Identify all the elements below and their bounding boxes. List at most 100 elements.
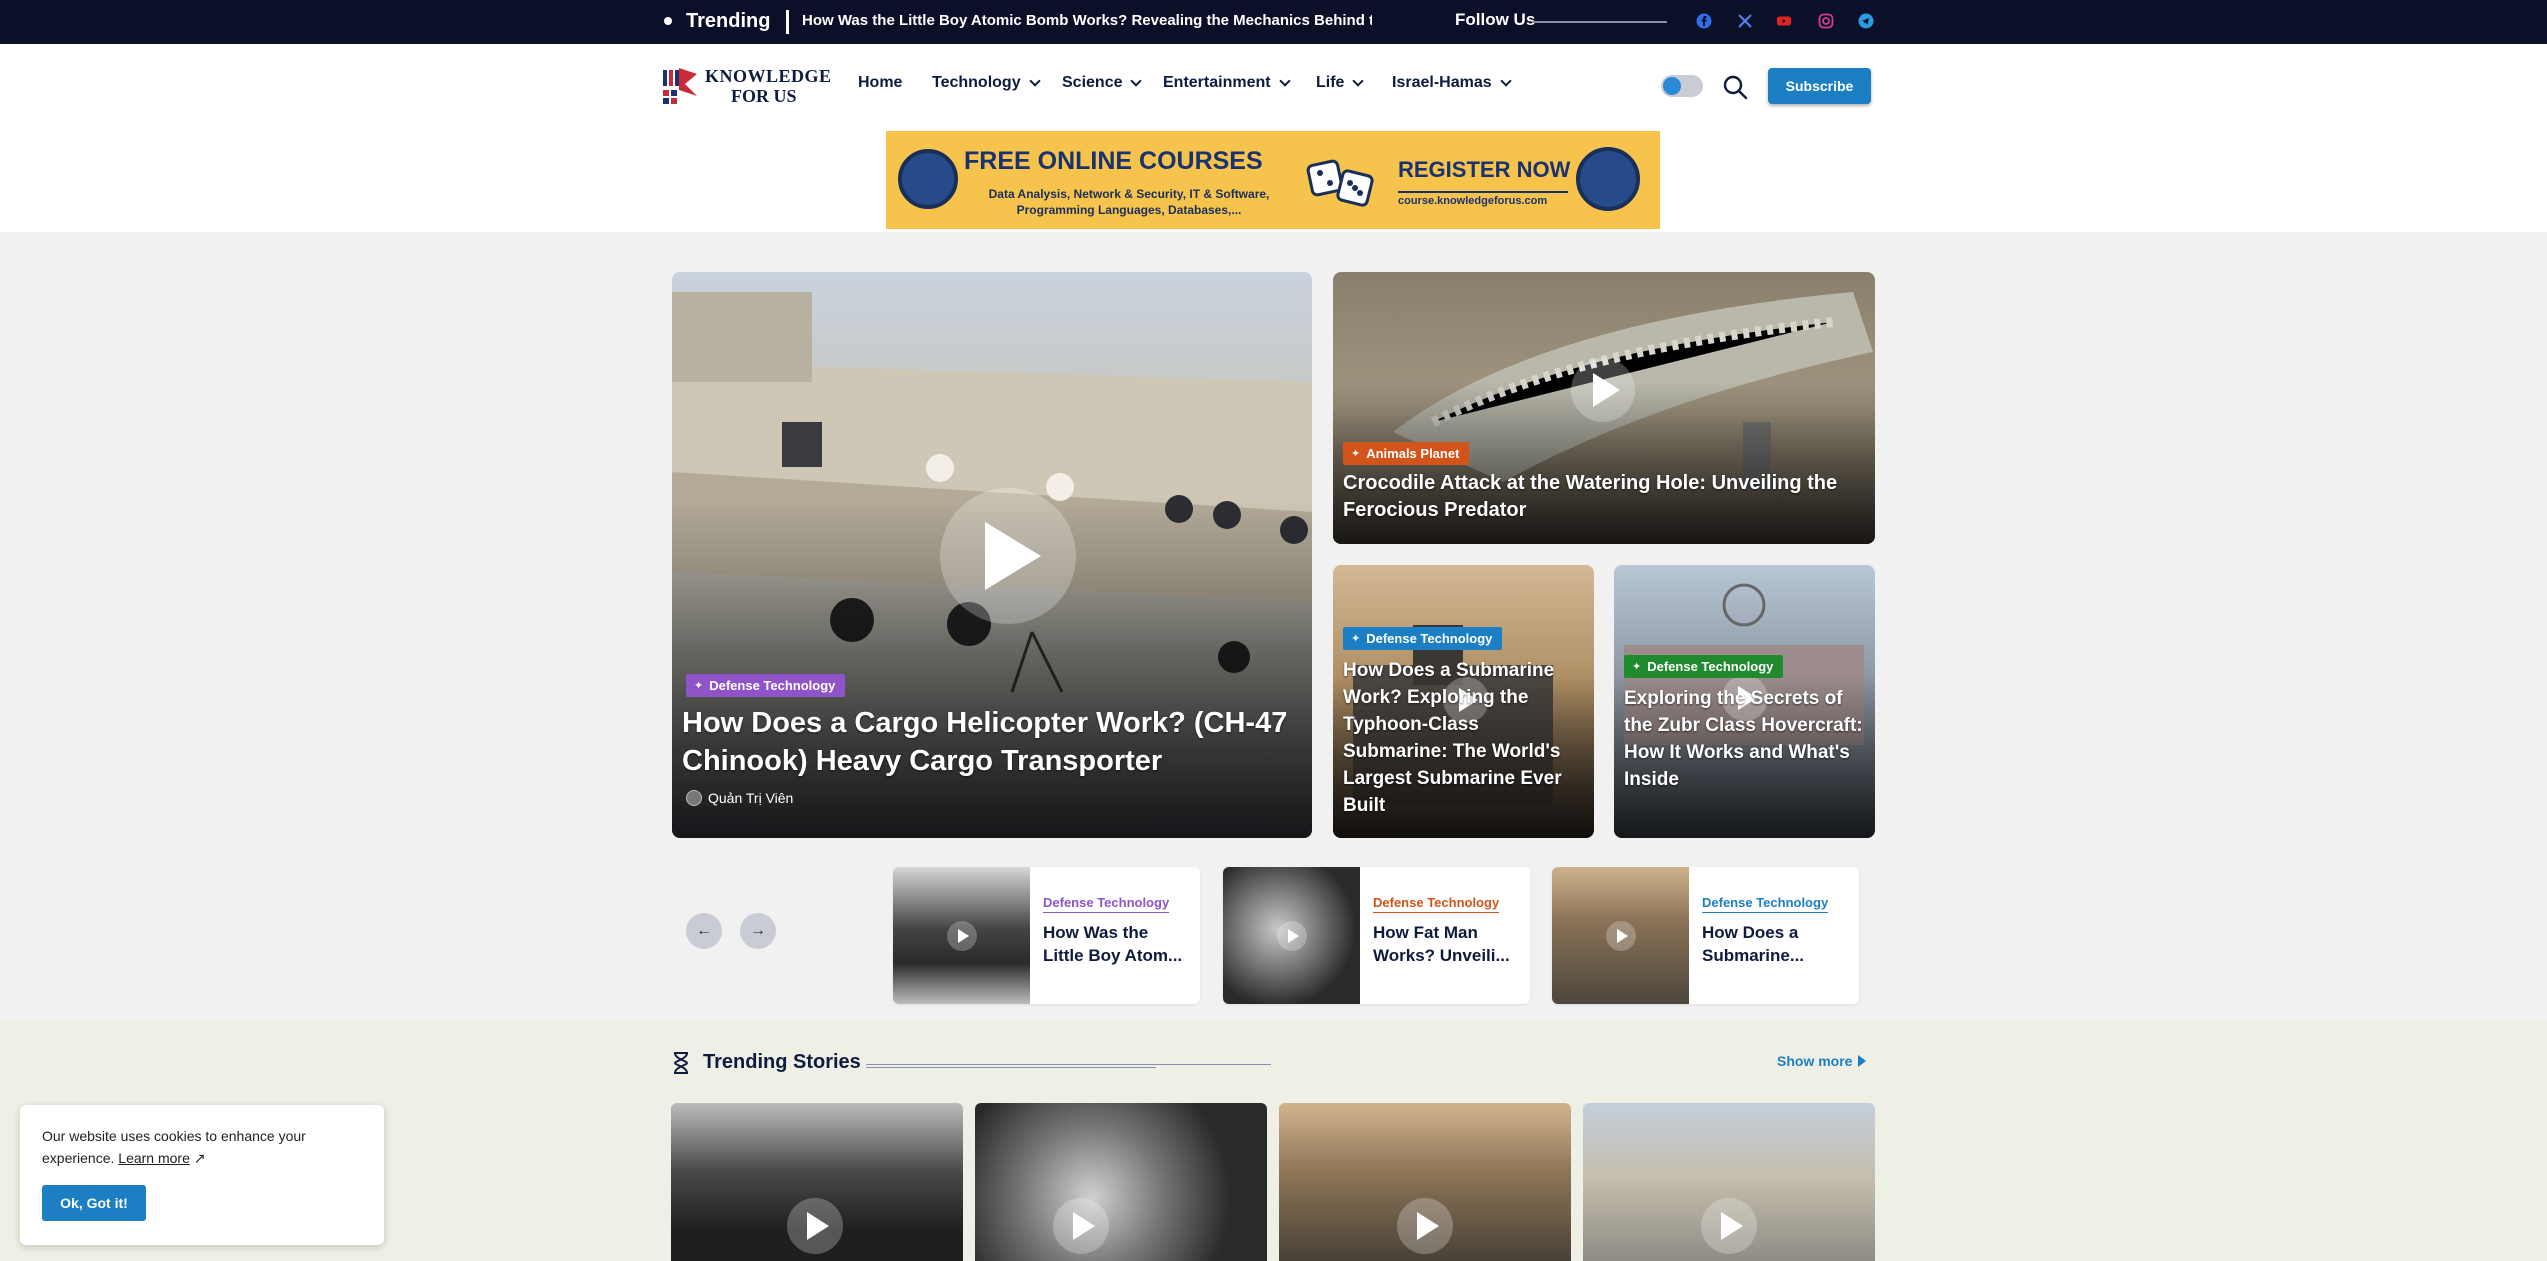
author[interactable]: Quản Trị Viên — [686, 790, 793, 806]
carousel-title[interactable]: How Does a Submarine... — [1702, 921, 1852, 967]
pin-icon: ✦ — [1351, 633, 1361, 645]
dice-icon — [1306, 159, 1374, 207]
category-badge[interactable]: ✦ Defense Technology — [1624, 655, 1784, 678]
trending-card[interactable] — [975, 1103, 1267, 1261]
instagram-icon[interactable] — [1815, 10, 1837, 32]
category-badge[interactable]: ✦ Defense Technology — [1343, 627, 1503, 650]
chevron-down-icon — [1130, 75, 1143, 87]
nav-label: Science — [1062, 74, 1123, 91]
featured-submarine-card[interactable]: ✦ Defense Technology How Does a Submarine… — [1333, 565, 1594, 838]
featured-main-card[interactable]: ✦ Defense Technology How Does a Cargo Hel… — [672, 272, 1312, 838]
banner-url: course.knowledgeforus.com — [1398, 195, 1548, 207]
banner-register-cta: REGISTER NOW — [1398, 157, 1571, 182]
nav-label: Israel-Hamas — [1392, 74, 1492, 91]
chevron-down-icon — [1352, 75, 1365, 87]
carousel-prev-button[interactable]: ← — [686, 913, 722, 949]
play-icon — [1397, 1198, 1453, 1254]
trending-card[interactable] — [1583, 1103, 1875, 1261]
youtube-icon[interactable] — [1773, 10, 1795, 32]
carousel-category-link[interactable]: Defense Technology — [1373, 895, 1500, 913]
search-icon[interactable] — [1722, 74, 1748, 100]
nav-label: Life — [1316, 74, 1345, 91]
carousel-item[interactable]: Defense Technology How Fat Man Works? Un… — [1223, 867, 1530, 1004]
author-name: Quản Trị Viên — [708, 790, 794, 806]
trending-headline-link[interactable]: How Was the Little Boy Atomic Bomb Works… — [802, 12, 1372, 29]
trending-card[interactable] — [1279, 1103, 1571, 1261]
top-bar: Trending How Was the Little Boy Atomic B… — [0, 0, 2547, 44]
featured-hovercraft-card[interactable]: ✦ Defense Technology Exploring the Secret… — [1614, 565, 1875, 838]
telegram-icon[interactable] — [1855, 10, 1877, 32]
submarine-thumbnail — [1552, 867, 1689, 1004]
learn-more-link[interactable]: Learn more — [118, 1150, 190, 1166]
carousel-category-link[interactable]: Defense Technology — [1702, 895, 1829, 913]
certificate-icon — [1576, 147, 1640, 211]
badge-label: Animals Planet — [1366, 446, 1460, 461]
cookie-accept-button[interactable]: Ok, Got it! — [42, 1185, 146, 1221]
toggle-knob — [1663, 77, 1681, 95]
featured-main-title[interactable]: How Does a Cargo Helicopter Work? (CH-47… — [682, 704, 1302, 780]
play-icon — [946, 920, 977, 951]
chevron-down-icon — [1028, 75, 1041, 87]
carousel-category-link[interactable]: Defense Technology — [1043, 895, 1170, 913]
pin-icon: ✦ — [1351, 448, 1361, 460]
nav-item-home[interactable]: Home — [858, 74, 902, 92]
category-badge[interactable]: ✦ Animals Planet — [1343, 442, 1470, 465]
page: { "topbar": { "trending_label": "Trendin… — [0, 0, 2547, 1261]
fat-man-thumbnail — [1223, 867, 1360, 1004]
subscribe-button[interactable]: Subscribe — [1768, 68, 1871, 104]
banner-subtitle: Data Analysis, Network & Security, IT & … — [988, 187, 1270, 217]
divider — [786, 10, 789, 34]
category-badge[interactable]: ✦ Defense Technology — [686, 674, 846, 697]
badge-label: Defense Technology — [1647, 659, 1774, 674]
play-icon — [1701, 1198, 1757, 1254]
logo-flag-icon — [663, 68, 697, 104]
trending-card[interactable] — [671, 1103, 963, 1261]
site-logo[interactable]: KNOWLEDGE FOR US — [663, 66, 833, 110]
divider — [866, 1067, 1156, 1068]
play-icon[interactable] — [1571, 358, 1635, 422]
external-link-icon: ↗ — [189, 1150, 206, 1166]
featured-crocodile-card[interactable]: ✦ Animals Planet Crocodile Attack at the … — [1333, 272, 1875, 544]
carousel-title[interactable]: How Was the Little Boy Atom... — [1043, 921, 1193, 967]
logo-text-line2: FOR US — [731, 86, 797, 106]
arrow-right-icon: → — [750, 922, 766, 939]
play-icon — [1605, 920, 1636, 951]
x-icon[interactable] — [1734, 10, 1756, 32]
pin-icon: ✦ — [694, 680, 704, 692]
featured-hovercraft-title[interactable]: Exploring the Secrets of the Zubr Class … — [1624, 685, 1869, 793]
play-icon[interactable] — [940, 488, 1076, 624]
badge-label: Defense Technology — [1366, 631, 1493, 646]
nav-item-science[interactable]: Science — [1062, 74, 1143, 92]
follow-us-label: Follow Us — [1455, 10, 1536, 29]
cookie-notice: Our website uses cookies to enhance your… — [20, 1105, 384, 1245]
carousel-title[interactable]: How Fat Man Works? Unveili... — [1373, 921, 1523, 967]
trending-title: Trending Stories — [703, 1051, 861, 1073]
cookie-text: Our website uses cookies to enhance your… — [42, 1125, 342, 1169]
banner-title: FREE ONLINE COURSES — [964, 147, 1263, 175]
arrow-left-icon: ← — [696, 922, 712, 939]
divider — [866, 1064, 1271, 1065]
divider — [1532, 21, 1667, 23]
nav-item-israel-hamas[interactable]: Israel-Hamas — [1392, 74, 1512, 92]
carousel-next-button[interactable]: → — [740, 913, 776, 949]
arrow-right-icon — [1858, 1055, 1867, 1067]
facebook-icon[interactable] — [1693, 10, 1715, 32]
nav-label: Home — [858, 74, 903, 91]
carousel-item[interactable]: Defense Technology How Was the Little Bo… — [893, 867, 1200, 1004]
chevron-down-icon — [1499, 75, 1512, 87]
featured-submarine-title[interactable]: How Does a Submarine Work? Exploring the… — [1343, 657, 1588, 819]
nav-item-life[interactable]: Life — [1316, 74, 1365, 92]
play-icon — [1276, 920, 1307, 951]
ad-banner[interactable]: FREE ONLINE COURSES Data Analysis, Netwo… — [886, 131, 1660, 229]
featured-crocodile-title[interactable]: Crocodile Attack at the Watering Hole: U… — [1343, 470, 1868, 524]
show-more-link[interactable]: Show more — [1777, 1053, 1867, 1069]
abacus-icon — [898, 149, 958, 209]
carousel-item[interactable]: Defense Technology How Does a Submarine.… — [1552, 867, 1859, 1004]
divider — [1398, 191, 1568, 193]
nav-item-entertainment[interactable]: Entertainment — [1163, 74, 1291, 92]
avatar — [686, 790, 702, 806]
nav-item-technology[interactable]: Technology — [932, 74, 1041, 92]
nav-label: Technology — [932, 74, 1021, 91]
chevron-down-icon — [1278, 75, 1291, 87]
dark-mode-toggle[interactable] — [1661, 75, 1703, 97]
